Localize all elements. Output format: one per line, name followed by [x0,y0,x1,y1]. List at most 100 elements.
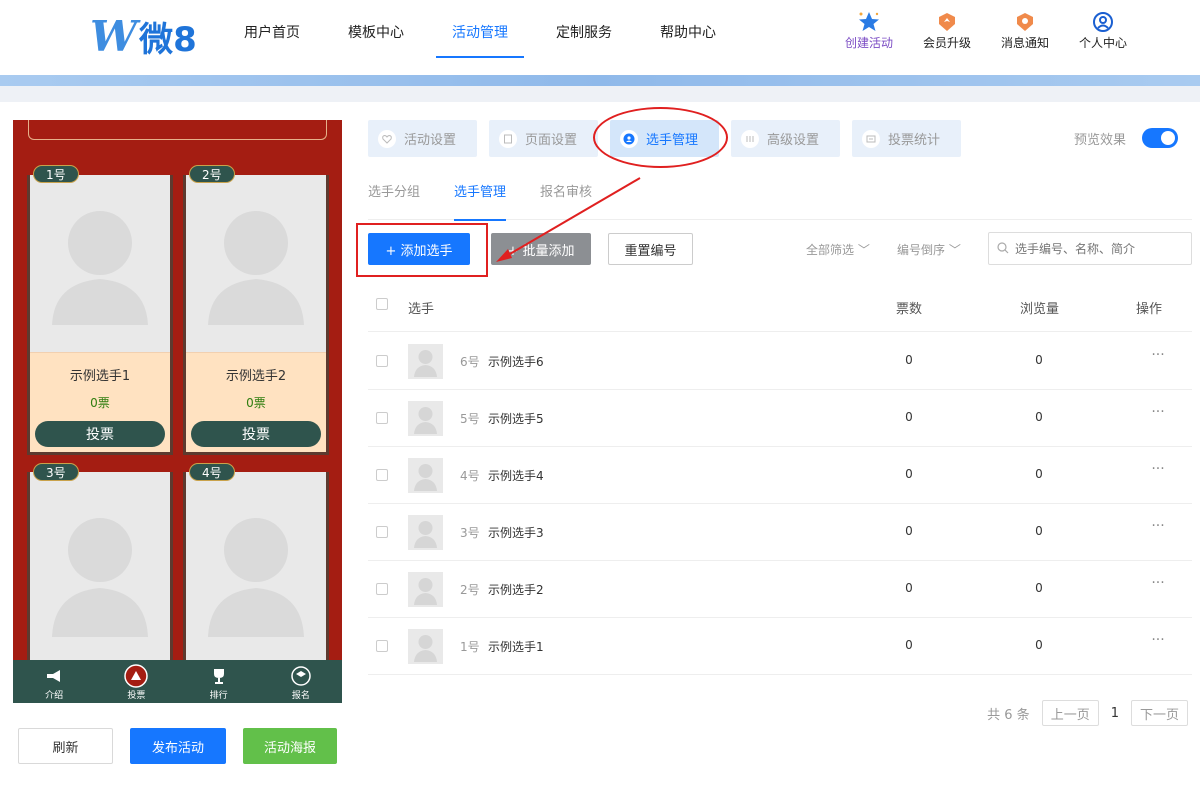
row-checkbox[interactable] [376,469,388,481]
contestant-photo [30,175,170,353]
vote-icon [95,664,177,688]
select-all-checkbox[interactable] [376,298,388,310]
search-icon [997,239,1009,258]
preview-toggle: 预览效果 [1074,128,1178,148]
row-checkbox[interactable] [376,526,388,538]
preview-frame-top [28,120,327,140]
contestant-name: 示例选手1 [488,640,544,654]
contestant-name: 示例选手2 [225,369,287,384]
bottom-nav-ranking[interactable]: 排行 [178,660,260,703]
more-actions-button[interactable]: ··· [1138,347,1178,363]
vote-count: 0 [905,638,913,652]
row-checkbox[interactable] [376,412,388,424]
member-upgrade-button[interactable]: 会员升级 [908,10,986,51]
bottom-nav-label: 介绍 [45,691,64,701]
nav-templates[interactable]: 模板中心 [324,0,428,60]
create-activity-button[interactable]: 创建活动 [830,10,908,51]
step-label: 活动设置 [404,133,457,148]
contestant-number-badge: 2号 [189,165,235,183]
current-page[interactable]: 1 [1111,706,1119,721]
logo[interactable]: W 微8 [90,12,197,61]
tab-contestant-groups[interactable]: 选手分组 [368,182,420,220]
annotation-rectangle [356,223,488,277]
activity-poster-button[interactable]: 活动海报 [243,728,337,764]
vote-button[interactable]: 投票 [191,421,321,447]
table-row: 1号 示例选手1 0 0 ··· [368,618,1192,675]
vote-count: 0 [905,410,913,424]
more-actions-button[interactable]: ··· [1138,575,1178,591]
more-actions-button[interactable]: ··· [1138,461,1178,477]
contestant-photo [30,472,170,672]
more-actions-button[interactable]: ··· [1138,632,1178,648]
contestant-number: 3号 [460,526,480,540]
contestant-name: 示例选手4 [488,469,544,483]
contestant-votes: 0票 [90,396,110,410]
member-upgrade-label: 会员升级 [922,36,971,50]
search-input[interactable] [1015,241,1185,256]
sort-dropdown[interactable]: 编号倒序 ﹀ [897,241,961,258]
bottom-nav-label: 排行 [209,691,228,701]
header-tools: 创建活动 会员升级 消息通知 个人中心 [830,10,1142,51]
bottom-nav-intro[interactable]: 介绍 [13,660,95,703]
table-row: 5号 示例选手5 0 0 ··· [368,390,1192,447]
signup-icon [260,664,342,688]
view-count: 0 [1035,524,1043,538]
preview-switch[interactable] [1142,128,1178,148]
preview-toggle-label: 预览效果 [1073,132,1126,148]
step-page-settings[interactable]: 页面设置 [489,120,598,157]
personal-center-button[interactable]: 个人中心 [1064,10,1142,51]
contestant-name: 示例选手5 [488,412,544,426]
row-checkbox[interactable] [376,640,388,652]
step-label: 投票统计 [888,133,941,148]
contestant-name: 示例选手6 [488,355,544,369]
prev-page-button[interactable]: 上一页 [1041,700,1099,726]
more-actions-button[interactable]: ··· [1138,404,1178,420]
bottom-nav-signup[interactable]: 报名 [260,660,342,703]
contestant-card [183,472,329,672]
tab-signup-review[interactable]: 报名审核 [540,182,592,220]
header-band-shadow [0,86,1200,102]
step-advanced-settings[interactable]: 高级设置 [731,120,840,157]
pagination-total: 共 6 条 [987,707,1030,723]
tab-contestant-management[interactable]: 选手管理 [454,182,507,221]
bottom-nav-vote[interactable]: 投票 [95,660,177,703]
nav-help-center[interactable]: 帮助中心 [636,0,740,60]
megaphone-icon [13,664,95,688]
nav-home[interactable]: 用户首页 [220,0,324,60]
preview-actions: 刷新 发布活动 活动海报 [18,728,337,764]
nav-activity-management[interactable]: 活动管理 [428,0,532,60]
row-checkbox[interactable] [376,583,388,595]
step-activity-settings[interactable]: 活动设置 [368,120,477,157]
contestant-number: 1号 [460,640,480,654]
view-count: 0 [1035,467,1043,481]
step-vote-statistics[interactable]: 投票统计 [852,120,961,157]
refresh-button[interactable]: 刷新 [18,728,113,764]
table-header: 选手 票数 浏览量 操作 [368,282,1192,332]
avatar [408,401,443,436]
chevron-down-icon: ﹀ [857,243,870,257]
logo-text: 微8 [139,19,197,60]
avatar [408,344,443,379]
batch-add-button[interactable]: + 批量添加 [491,233,591,265]
more-actions-button[interactable]: ··· [1138,518,1178,534]
chevron-down-icon: ﹀ [948,243,961,257]
notification-button[interactable]: 消息通知 [986,10,1064,51]
vote-count: 0 [905,353,913,367]
vote-button[interactable]: 投票 [35,421,165,447]
row-checkbox[interactable] [376,355,388,367]
bottom-nav-label: 报名 [291,691,310,701]
contestant-card: 示例选手2 0票 投票 [183,175,329,455]
trophy-icon [178,664,260,688]
filter-dropdown[interactable]: 全部筛选 ﹀ [806,241,870,258]
view-count: 0 [1035,638,1043,652]
bottom-nav-label: 投票 [127,691,146,701]
contestant-name: 示例选手2 [488,583,544,597]
pagination: 共 6 条 上一页 1 下一页 [987,700,1188,726]
renumber-button[interactable]: 重置编号 [608,233,693,265]
contestant-number: 2号 [460,583,480,597]
nav-custom-service[interactable]: 定制服务 [532,0,636,60]
view-count: 0 [1035,410,1043,424]
next-page-button[interactable]: 下一页 [1130,700,1188,726]
notification-label: 消息通知 [1000,36,1049,50]
publish-activity-button[interactable]: 发布活动 [130,728,226,764]
